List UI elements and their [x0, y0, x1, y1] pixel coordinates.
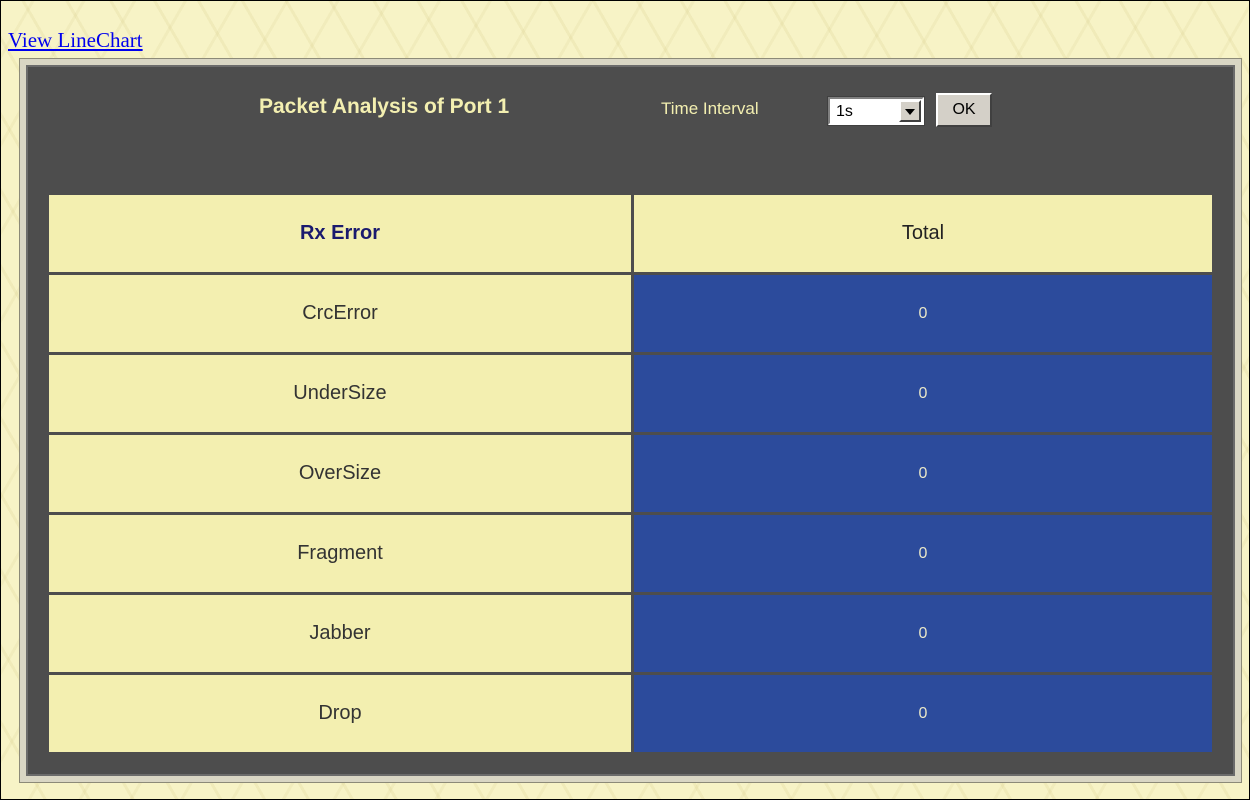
packet-analysis-panel: Packet Analysis of Port 1 Time Interval …	[19, 58, 1242, 783]
table-row: OverSize 0	[46, 432, 1215, 515]
row-label-jabber: Jabber	[46, 592, 634, 675]
ok-button[interactable]: OK	[936, 93, 992, 127]
table-row: Drop 0	[46, 672, 1215, 755]
row-label-undersize: UnderSize	[46, 352, 634, 435]
row-label-fragment: Fragment	[46, 512, 634, 595]
table-row: Fragment 0	[46, 512, 1215, 595]
time-interval-label: Time Interval	[661, 99, 759, 118]
row-total-undersize: 0	[631, 352, 1215, 435]
row-total-crcerror: 0	[631, 272, 1215, 355]
chevron-down-icon[interactable]	[899, 100, 921, 122]
row-label-crcerror: CrcError	[46, 272, 634, 355]
panel-title: Packet Analysis of Port 1	[259, 95, 510, 118]
row-total-fragment: 0	[631, 512, 1215, 595]
table-row: Jabber 0	[46, 592, 1215, 675]
column-header-rx-error: Rx Error	[46, 192, 634, 275]
panel-header: Packet Analysis of Port 1 Time Interval …	[26, 65, 1235, 145]
row-label-oversize: OverSize	[46, 432, 634, 515]
table-header-row: Rx Error Total	[46, 192, 1215, 275]
row-total-drop: 0	[631, 672, 1215, 755]
time-interval-select[interactable]: 1s	[827, 96, 925, 126]
table-row: UnderSize 0	[46, 352, 1215, 435]
row-total-oversize: 0	[631, 432, 1215, 515]
table-row: CrcError 0	[46, 272, 1215, 355]
column-header-total: Total	[631, 192, 1215, 275]
view-linechart-link[interactable]: View LineChart	[8, 28, 143, 53]
row-total-jabber: 0	[631, 592, 1215, 675]
row-label-drop: Drop	[46, 672, 634, 755]
time-interval-value: 1s	[836, 103, 853, 120]
rx-error-table: Rx Error Total CrcError 0 UnderSize 0 Ov…	[46, 192, 1215, 755]
